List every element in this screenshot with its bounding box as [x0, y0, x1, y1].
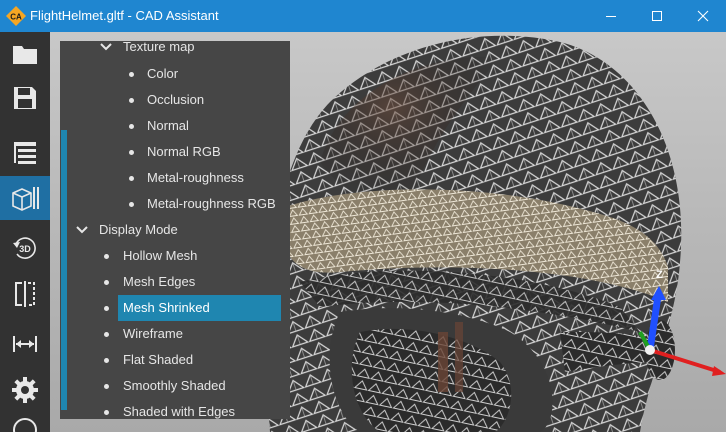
tree-item-mesh-edges[interactable]: Mesh Edges [123, 269, 195, 295]
svg-text:3D: 3D [19, 244, 31, 254]
tree-item-normal-rgb[interactable]: Normal RGB [147, 139, 221, 165]
chevron-down-icon[interactable] [76, 226, 88, 234]
tree-item-occlusion[interactable]: Occlusion [147, 87, 204, 113]
chevron-down-icon[interactable] [100, 43, 112, 51]
bullet-icon [104, 306, 109, 311]
tree-header-texture-map[interactable]: Texture map [123, 41, 195, 60]
tree-item-metal-roughness-rgb[interactable]: Metal-roughness RGB [147, 191, 276, 217]
maximize-button[interactable] [634, 0, 680, 32]
open-file-button[interactable] [0, 32, 50, 76]
z-axis-label: Z [656, 269, 663, 281]
app-logo-icon: CA [6, 6, 26, 26]
minimize-icon [606, 16, 616, 17]
title-bar: CA FlightHelmet.gltf - CAD Assistant [0, 0, 726, 32]
window-title: FlightHelmet.gltf - CAD Assistant [30, 8, 219, 23]
tree-item-shaded-with-edges[interactable]: Shaded with Edges [123, 399, 235, 419]
bullet-icon [129, 72, 134, 77]
3d-view-icon: 3D [13, 237, 36, 259]
settings-button[interactable] [0, 368, 50, 412]
tree-header-display-mode[interactable]: Display Mode [99, 217, 178, 243]
model-tree-button[interactable] [0, 130, 50, 174]
save-button[interactable] [0, 76, 50, 120]
tree-item-hollow-mesh[interactable]: Hollow Mesh [123, 243, 197, 269]
bullet-icon [129, 176, 134, 181]
tree-item-normal[interactable]: Normal [147, 113, 189, 139]
bullet-icon [104, 410, 109, 415]
tree-item-smoothly-shaded[interactable]: Smoothly Shaded [123, 373, 226, 399]
left-toolbar: 3D [0, 32, 50, 432]
bullet-icon [129, 150, 134, 155]
close-button[interactable] [680, 0, 726, 32]
3d-view-button[interactable]: 3D [0, 226, 50, 270]
bullet-icon [129, 202, 134, 207]
section-icon [15, 281, 35, 307]
bullet-icon [104, 254, 109, 259]
close-icon [697, 10, 709, 22]
bullet-icon [129, 124, 134, 129]
save-icon [14, 87, 36, 109]
measure-icon [13, 336, 37, 352]
tree-item-flat-shaded[interactable]: Flat Shaded [123, 347, 193, 373]
panel-content: Texture map Color Occlusion Normal Norma… [60, 41, 290, 419]
model-tree-icon [14, 142, 36, 164]
help-icon [13, 418, 37, 432]
bullet-icon [104, 332, 109, 337]
minimize-button[interactable] [588, 0, 634, 32]
tree-item-mesh-shrinked[interactable]: Mesh Shrinked [123, 295, 210, 321]
open-folder-icon [13, 46, 37, 64]
help-button[interactable] [0, 412, 50, 432]
bullet-icon [129, 98, 134, 103]
display-settings-button[interactable] [0, 176, 50, 220]
tree-item-color[interactable]: Color [147, 61, 178, 87]
maximize-icon [652, 11, 662, 21]
display-settings-icon [12, 187, 39, 211]
bullet-icon [104, 358, 109, 363]
svg-text:CA: CA [10, 13, 22, 22]
axis-trihedron: Z [638, 269, 726, 376]
section-button[interactable] [0, 272, 50, 316]
settings-gear-icon [12, 377, 38, 403]
tree-item-wireframe[interactable]: Wireframe [123, 321, 183, 347]
bullet-icon [104, 280, 109, 285]
tree-item-metal-roughness[interactable]: Metal-roughness [147, 165, 244, 191]
measure-button[interactable] [0, 322, 50, 366]
bullet-icon [104, 384, 109, 389]
